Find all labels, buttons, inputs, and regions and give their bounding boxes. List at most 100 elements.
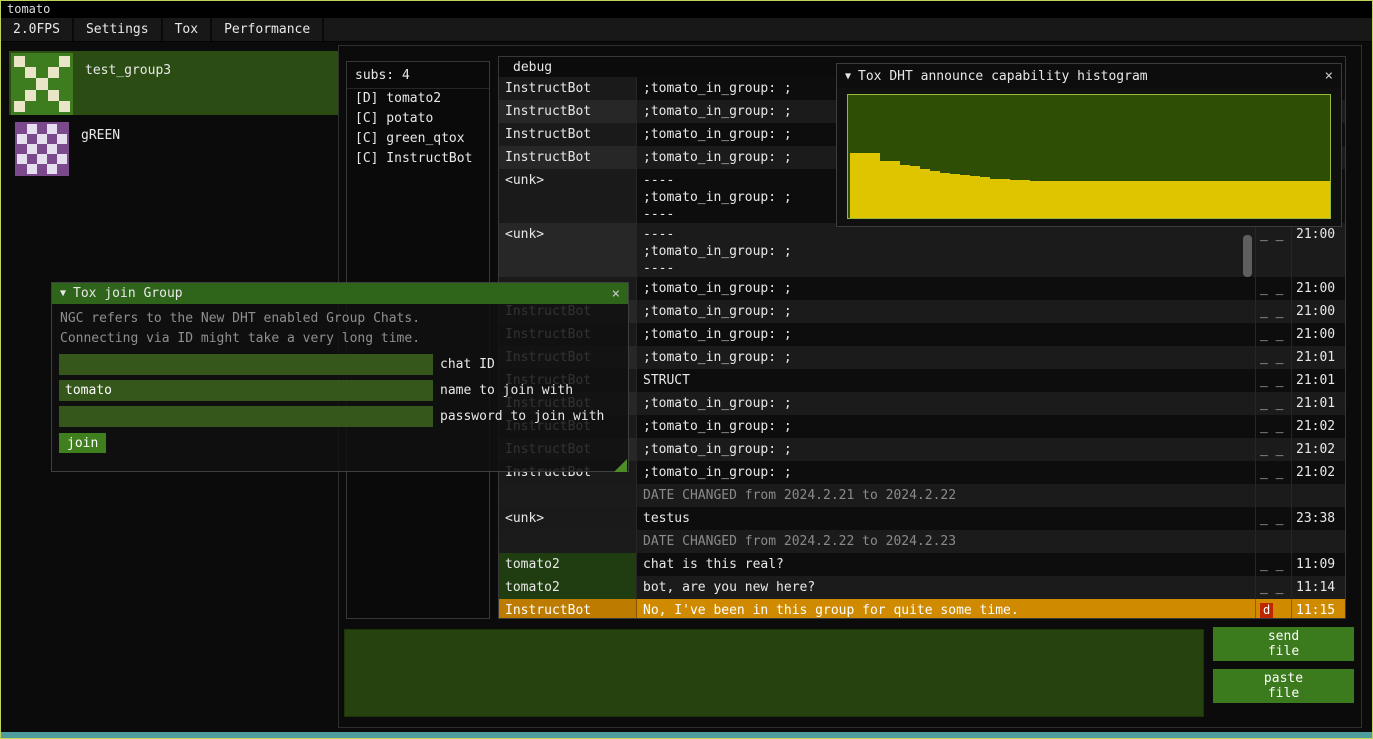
histogram-bar	[1020, 180, 1030, 218]
sender-name: tomato2	[499, 576, 637, 599]
timestamp: 21:02	[1291, 461, 1345, 484]
histogram-bar	[1060, 181, 1070, 218]
histogram-bars	[848, 95, 1330, 218]
timestamp: 21:00	[1291, 223, 1345, 277]
collapse-arrow-icon[interactable]: ▼	[60, 288, 66, 299]
timestamp	[1291, 530, 1345, 553]
subs-member[interactable]: [C] green_qtox	[347, 129, 489, 149]
window-title: tomato	[7, 2, 50, 16]
histogram-bar	[1210, 181, 1220, 218]
histogram-bar	[960, 175, 970, 218]
histogram-bar	[1100, 181, 1110, 218]
histogram-bar	[1140, 181, 1150, 218]
delivery-checks: _ _	[1255, 323, 1291, 346]
window-titlebar[interactable]: tomato	[1, 1, 1372, 18]
delivery-checks	[1255, 530, 1291, 553]
message-text: ;tomato_in_group: ;	[637, 277, 1255, 300]
histogram-bar	[1130, 181, 1140, 218]
histogram-bar	[950, 174, 960, 218]
join-description-line: Connecting via ID might take a very long…	[60, 331, 420, 346]
join-button[interactable]: join	[59, 433, 106, 453]
window-resize-bar[interactable]	[1, 732, 1372, 738]
histogram-bar	[1050, 181, 1060, 218]
histogram-bar	[990, 179, 1000, 218]
join-window-titlebar[interactable]: ▼ Tox join Group ×	[52, 283, 628, 304]
group-item-gREEN[interactable]: gREEN	[9, 120, 339, 180]
histogram-window-title: Tox DHT announce capability histogram	[858, 69, 1315, 84]
histogram-bar	[1250, 181, 1260, 218]
sender-name: <unk>	[499, 507, 637, 530]
subs-member[interactable]: [D] tomato2	[347, 89, 489, 109]
histogram-bar	[980, 177, 990, 218]
menu-item-settings[interactable]: Settings	[74, 18, 163, 41]
histogram-bar	[900, 165, 910, 218]
join-name-input[interactable]	[59, 380, 433, 401]
delivery-checks	[1255, 484, 1291, 507]
chat-message-row: <unk>testus_ _23:38	[499, 507, 1345, 530]
histogram-bar	[1110, 181, 1120, 218]
join-window-body: NGC refers to the New DHT enabled Group …	[52, 304, 628, 473]
delivery-checks: _ _	[1255, 300, 1291, 323]
timestamp: 11:09	[1291, 553, 1345, 576]
histogram-bar	[1030, 181, 1040, 218]
close-icon[interactable]: ×	[1315, 68, 1333, 84]
group-item-test_group3[interactable]: test_group3	[9, 51, 339, 115]
subs-member-list: [D] tomato2[C] potato[C] green_qtox[C] I…	[347, 89, 489, 169]
histogram-bar	[1090, 181, 1100, 218]
histogram-bar	[970, 176, 980, 218]
message-text: ;tomato_in_group: ;	[637, 323, 1255, 346]
collapse-arrow-icon[interactable]: ▼	[845, 71, 851, 82]
send-file-button[interactable]: send file	[1213, 627, 1354, 661]
group-avatar	[15, 122, 69, 176]
chat-message-row: <unk>----;tomato_in_group: ;----_ _21:00	[499, 223, 1345, 277]
histogram-bar	[850, 153, 860, 218]
menu-bar: 2.0FPS Settings Tox Performance	[1, 18, 1372, 42]
message-text: testus	[637, 507, 1255, 530]
histogram-bar	[1070, 181, 1080, 218]
paste-file-button[interactable]: paste file	[1213, 669, 1354, 703]
close-icon[interactable]: ×	[602, 286, 620, 302]
sender-name: tomato2	[499, 553, 637, 576]
chat-debug-header[interactable]: debug	[513, 60, 552, 75]
timestamp: 21:01	[1291, 392, 1345, 415]
message-text: ;tomato_in_group: ;	[637, 392, 1255, 415]
histogram-bar	[1310, 181, 1320, 218]
timestamp: 21:00	[1291, 323, 1345, 346]
resize-grip[interactable]	[614, 459, 627, 472]
histogram-bar	[1230, 181, 1240, 218]
delivery-checks: d	[1255, 599, 1291, 619]
sender-name: InstructBot	[499, 599, 637, 619]
subs-member[interactable]: [C] InstructBot	[347, 149, 489, 169]
timestamp: 21:02	[1291, 415, 1345, 438]
chat-date-row: DATE CHANGED from 2024.2.22 to 2024.2.23	[499, 530, 1345, 553]
histogram-bar	[860, 153, 870, 218]
message-text: ----;tomato_in_group: ;----	[637, 223, 1255, 277]
histogram-bar	[1160, 181, 1170, 218]
join-password-input[interactable]	[59, 406, 433, 427]
histogram-bar	[1290, 181, 1300, 218]
timestamp: 21:00	[1291, 300, 1345, 323]
menu-item-performance[interactable]: Performance	[212, 18, 324, 41]
app-window: tomato 2.0FPS Settings Tox Performance t…	[0, 0, 1373, 739]
message-input[interactable]	[344, 629, 1204, 717]
chat-id-input[interactable]	[59, 354, 433, 375]
histogram-bar	[1180, 181, 1190, 218]
timestamp: 21:01	[1291, 369, 1345, 392]
histogram-bar	[910, 166, 920, 218]
chat-message-row: InstructBotNo, I've been in this group f…	[499, 599, 1345, 619]
menu-item-tox[interactable]: Tox	[163, 18, 212, 41]
histogram-bar	[1240, 181, 1250, 218]
histogram-bar	[940, 173, 950, 219]
timestamp: 21:00	[1291, 277, 1345, 300]
message-text: chat is this real?	[637, 553, 1255, 576]
subs-member[interactable]: [C] potato	[347, 109, 489, 129]
chat-id-label: chat ID	[440, 357, 495, 372]
delivery-checks: _ _	[1255, 438, 1291, 461]
histogram-bar	[1260, 181, 1270, 218]
histogram-bar	[1040, 181, 1050, 218]
message-text: DATE CHANGED from 2024.2.22 to 2024.2.23	[637, 530, 1255, 553]
histogram-window-titlebar[interactable]: ▼ Tox DHT announce capability histogram …	[837, 64, 1341, 88]
chat-scrollbar[interactable]	[1243, 235, 1252, 277]
histogram-bar	[1200, 181, 1210, 218]
fps-counter: 2.0FPS	[1, 18, 74, 41]
